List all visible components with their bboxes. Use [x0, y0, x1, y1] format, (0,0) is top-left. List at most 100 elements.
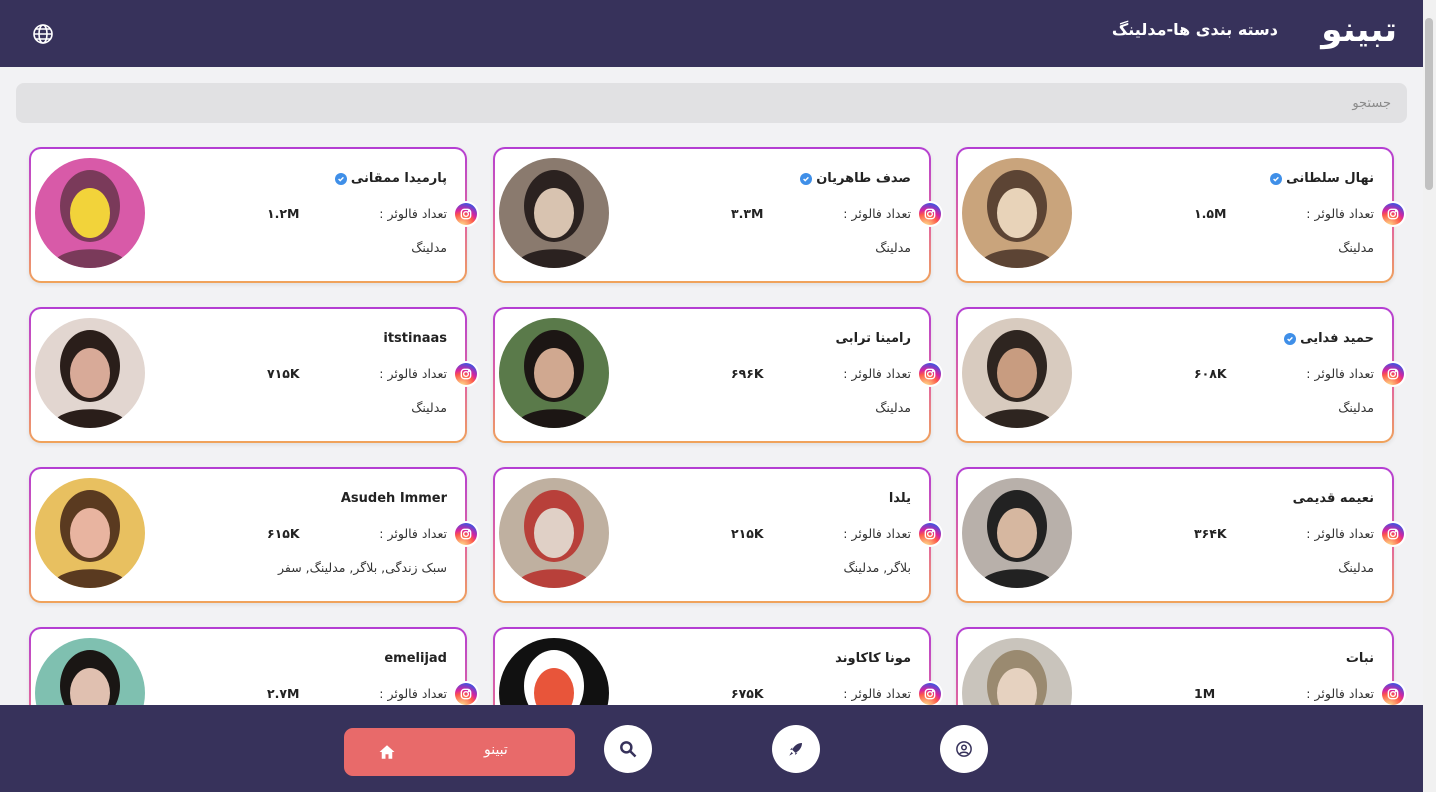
category-text: مدلینگ: [875, 240, 911, 255]
avatar: [35, 638, 145, 705]
influencer-card[interactable]: emelijad تعداد فالوئر : ۲.۷M: [29, 627, 479, 705]
avatar: [499, 158, 609, 268]
follower-label: تعداد فالوئر :: [1306, 206, 1374, 221]
home-label: تبینو: [484, 742, 508, 758]
search-icon: [620, 741, 637, 758]
influencer-name[interactable]: نهال سلطانی: [1270, 171, 1374, 186]
instagram-icon: [924, 368, 936, 380]
avatar: [962, 638, 1072, 705]
name-text: itstinaas: [383, 331, 447, 346]
follower-label: تعداد فالوئر :: [1306, 526, 1374, 541]
instagram-link[interactable]: [1380, 361, 1406, 387]
avatar: [962, 158, 1072, 268]
instagram-link[interactable]: [1380, 681, 1406, 705]
name-text: نبات: [1345, 651, 1374, 666]
influencer-card[interactable]: پارمیدا ممقانی تعداد فالوئر : ۱.۲M مدلین…: [29, 147, 479, 283]
home-button[interactable]: تبینو: [344, 728, 575, 776]
instagram-link[interactable]: [917, 361, 943, 387]
follower-label: تعداد فالوئر :: [379, 366, 447, 381]
influencer-name[interactable]: حمید فدایی: [1284, 331, 1374, 346]
influencer-name[interactable]: یلدا: [889, 491, 911, 506]
name-text: حمید فدایی: [1300, 331, 1374, 346]
instagram-link[interactable]: [917, 521, 943, 547]
verified-badge-icon: [1284, 332, 1297, 345]
explore-button[interactable]: [772, 725, 820, 773]
name-text: یلدا: [888, 491, 911, 506]
follower-label: تعداد فالوئر :: [843, 686, 911, 701]
instagram-icon: [924, 528, 936, 540]
influencer-card[interactable]: نعیمه قدیمی تعداد فالوئر : ۳۶۴K مدلینگ: [956, 467, 1406, 603]
name-text: مونا کاکاوند: [835, 651, 911, 666]
influencer-card[interactable]: Asudeh Immer تعداد فالوئر : ۶۱۵K سبک زند…: [29, 467, 479, 603]
influencer-card[interactable]: نبات تعداد فالوئر : 1M: [956, 627, 1406, 705]
instagram-link[interactable]: [453, 361, 479, 387]
follower-count: ۲۱۵K: [731, 526, 764, 541]
instagram-link[interactable]: [453, 521, 479, 547]
influencer-name[interactable]: مونا کاکاوند: [835, 651, 911, 666]
follower-count: 1M: [1194, 686, 1216, 701]
avatar: [499, 318, 609, 428]
influencer-name[interactable]: رامینا ترابی: [836, 331, 911, 346]
rocket-icon: [789, 743, 802, 756]
follower-label: تعداد فالوئر :: [379, 686, 447, 701]
instagram-icon: [1387, 208, 1399, 220]
follower-count: ۶۰۸K: [1194, 366, 1227, 381]
category-text: مدلینگ: [1338, 240, 1374, 255]
avatar: [499, 478, 609, 588]
verified-badge-icon: [1270, 172, 1283, 185]
instagram-link[interactable]: [917, 681, 943, 705]
follower-count: ۱.۵M: [1194, 206, 1227, 221]
instagram-link[interactable]: [917, 201, 943, 227]
follower-label: تعداد فالوئر :: [843, 206, 911, 221]
name-text: نهال سلطانی: [1286, 171, 1374, 186]
avatar: [962, 318, 1072, 428]
instagram-link[interactable]: [1380, 521, 1406, 547]
instagram-icon: [1387, 368, 1399, 380]
influencer-card[interactable]: نهال سلطانی تعداد فالوئر : ۱.۵M مدلینگ: [956, 147, 1406, 283]
category-text: مدلینگ: [411, 400, 447, 415]
scrollbar-thumb[interactable]: [1425, 18, 1433, 190]
instagram-link[interactable]: [453, 201, 479, 227]
name-text: Asudeh Immer: [340, 491, 447, 506]
avatar: [35, 478, 145, 588]
influencer-card[interactable]: مونا کاکاوند تعداد فالوئر : ۶۷۵K: [493, 627, 943, 705]
category-text: مدلینگ: [411, 240, 447, 255]
influencer-name[interactable]: پارمیدا ممقانی: [334, 171, 447, 186]
category-text: مدلینگ: [1338, 400, 1374, 415]
instagram-icon: [460, 688, 472, 700]
bottom-nav: تبینو: [0, 705, 1423, 792]
name-text: emelijad: [384, 651, 447, 666]
influencer-grid: نهال سلطانی تعداد فالوئر : ۱.۵M مدلینگ ص…: [0, 0, 1423, 705]
influencer-name[interactable]: نعیمه قدیمی: [1293, 491, 1374, 506]
category-text: مدلینگ: [875, 400, 911, 415]
influencer-name[interactable]: نبات: [1346, 651, 1374, 666]
search-button[interactable]: [604, 725, 652, 773]
influencer-card[interactable]: رامینا ترابی تعداد فالوئر : ۶۹۶K مدلینگ: [493, 307, 943, 443]
scrollbar[interactable]: [1423, 0, 1436, 792]
instagram-icon: [1387, 688, 1399, 700]
follower-label: تعداد فالوئر :: [843, 526, 911, 541]
category-text: بلاگر, مدلینگ: [843, 560, 911, 575]
profile-button[interactable]: [940, 725, 988, 773]
instagram-link[interactable]: [1380, 201, 1406, 227]
influencer-name[interactable]: صدف طاهریان: [800, 171, 911, 186]
follower-count: ۲.۷M: [267, 686, 300, 701]
name-text: نعیمه قدیمی: [1292, 491, 1374, 506]
influencer-card[interactable]: حمید فدایی تعداد فالوئر : ۶۰۸K مدلینگ: [956, 307, 1406, 443]
influencer-name[interactable]: itstinaas: [383, 331, 447, 346]
instagram-link[interactable]: [453, 681, 479, 705]
follower-count: ۱.۲M: [267, 206, 300, 221]
influencer-card[interactable]: صدف طاهریان تعداد فالوئر : ۳.۳M مدلینگ: [493, 147, 943, 283]
name-text: صدف طاهریان: [816, 171, 911, 186]
avatar: [35, 158, 145, 268]
influencer-card[interactable]: یلدا تعداد فالوئر : ۲۱۵K بلاگر, مدلینگ: [493, 467, 943, 603]
influencer-name[interactable]: Asudeh Immer: [341, 491, 447, 506]
follower-count: ۶۱۵K: [267, 526, 300, 541]
home-icon: [379, 745, 395, 759]
instagram-icon: [460, 528, 472, 540]
follower-label: تعداد فالوئر :: [1306, 686, 1374, 701]
instagram-icon: [1387, 528, 1399, 540]
follower-label: تعداد فالوئر :: [843, 366, 911, 381]
influencer-card[interactable]: itstinaas تعداد فالوئر : ۷۱۵K مدلینگ: [29, 307, 479, 443]
influencer-name[interactable]: emelijad: [384, 651, 447, 666]
